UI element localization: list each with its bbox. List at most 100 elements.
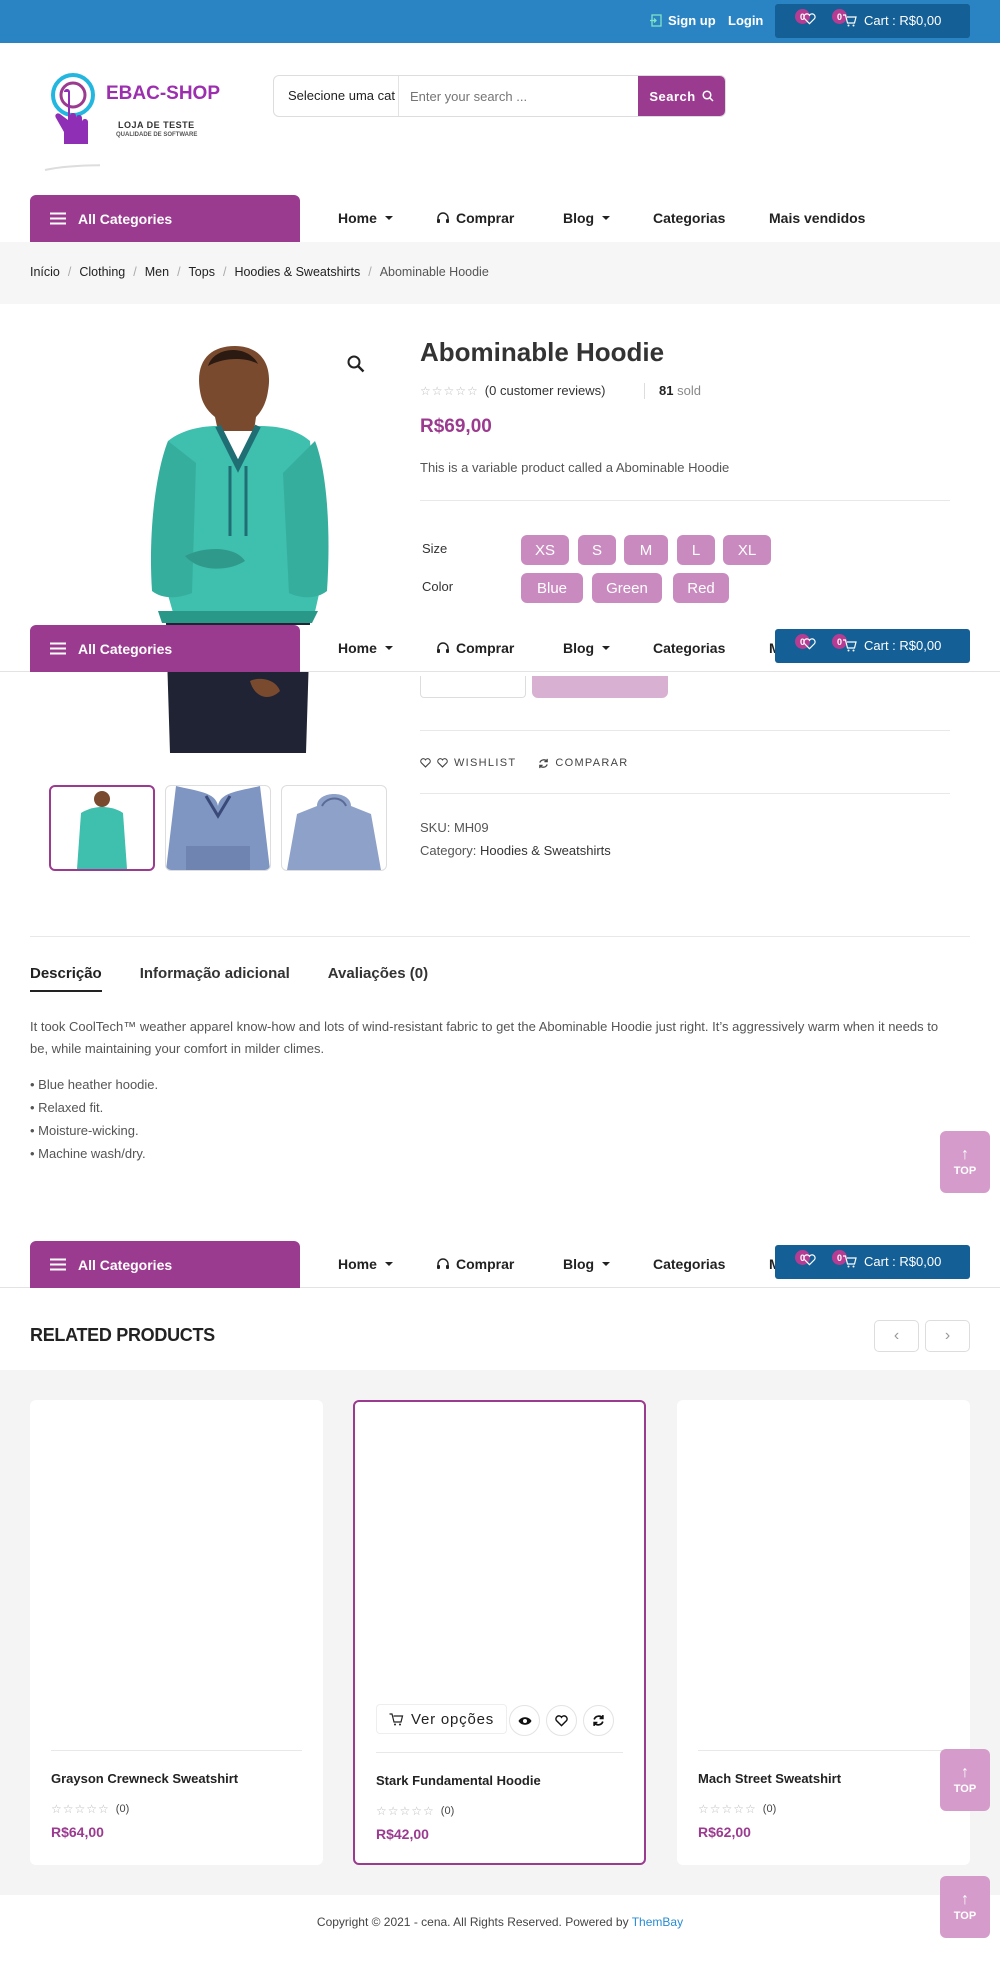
star-rating-icon: ☆☆☆☆☆ (51, 1802, 110, 1816)
quantity-stepper[interactable] (420, 676, 526, 698)
reviews-link[interactable]: (0 customer reviews) (485, 383, 606, 398)
product-thumbnail[interactable] (165, 785, 271, 871)
compare-button[interactable]: COMPARAR (538, 757, 628, 769)
wishlist-button[interactable]: WISHLIST (420, 757, 516, 769)
breadcrumb-item[interactable]: Início (30, 265, 60, 279)
color-option-blue[interactable]: Blue (521, 573, 583, 603)
breadcrumb-item[interactable]: Men (145, 265, 169, 279)
carousel-next-button[interactable]: › (925, 1320, 970, 1352)
cart-label: Cart : R$0,00 (864, 638, 942, 653)
thumbnail-image (166, 786, 270, 870)
nav-home-label: Home (338, 1256, 377, 1272)
search-button-label: Search (649, 88, 696, 104)
product-thumbnail[interactable] (49, 785, 155, 871)
nav-mais-vendidos[interactable]: Mais vendidos (769, 210, 865, 226)
category-link[interactable]: Hoodies & Sweatshirts (480, 843, 611, 858)
cart-box[interactable]: 0 0 Cart : R$0,00 (775, 4, 970, 38)
tab-descricao[interactable]: Descrição (30, 965, 102, 992)
breadcrumb-separator: / (222, 265, 227, 279)
size-option-l[interactable]: L (677, 535, 715, 565)
add-to-cart-button[interactable] (532, 676, 668, 698)
cart-link[interactable]: Cart : R$0,00 (843, 13, 941, 28)
back-to-top-button[interactable]: ↑ TOP (940, 1749, 990, 1811)
product-card[interactable]: Grayson Crewneck Sweatshirt ☆☆☆☆☆ (0) R$6… (30, 1400, 323, 1865)
nav-blog[interactable]: Blog (563, 1256, 611, 1272)
carousel-prev-button[interactable]: ‹ (874, 1320, 919, 1352)
heart-icon[interactable] (803, 638, 816, 650)
compare-button[interactable] (583, 1705, 614, 1736)
menu-icon (50, 1258, 66, 1271)
cart-link[interactable]: Cart : R$0,00 (843, 638, 941, 653)
cart-box[interactable]: 0 0 Cart : R$0,00 (775, 1245, 970, 1279)
product-thumbnail[interactable] (281, 785, 387, 871)
logo-subtagline: QUALIDADE DE SOFTWARE (116, 132, 198, 138)
short-description: This is a variable product called a Abom… (420, 460, 730, 475)
nav-comprar[interactable]: Comprar (436, 640, 514, 656)
search-button[interactable]: Search (638, 76, 725, 116)
product-card[interactable]: Mach Street Sweatshirt ☆☆☆☆☆ (0) R$62,00 (677, 1400, 970, 1865)
size-option-s[interactable]: S (578, 535, 616, 565)
signup-icon (650, 14, 662, 27)
tab-avaliacoes[interactable]: Avaliações (0) (328, 965, 428, 992)
wishlist-button[interactable] (546, 1705, 577, 1736)
breadcrumb-current: Abominable Hoodie (379, 265, 489, 279)
nav-categorias[interactable]: Categorias (653, 210, 725, 226)
feature-item: • Machine wash/dry. (30, 1146, 146, 1161)
size-option-xs[interactable]: XS (521, 535, 569, 565)
cart-label: Cart : R$0,00 (864, 1254, 942, 1269)
nav-home[interactable]: Home (338, 210, 393, 226)
nav-categorias[interactable]: Categorias (653, 640, 725, 656)
sold-label: sold (677, 383, 701, 398)
product-card[interactable]: Ver opções Stark Fundamental Hoodie ☆☆☆☆… (353, 1400, 646, 1865)
nav-blog[interactable]: Blog (563, 640, 611, 656)
color-option-red[interactable]: Red (673, 573, 729, 603)
login-link[interactable]: Login (728, 13, 763, 28)
arrow-up-icon: ↑ (961, 1891, 969, 1908)
signup-link[interactable]: Sign up (649, 13, 716, 28)
ver-opcoes-button[interactable]: Ver opções (376, 1704, 508, 1734)
logo-hand-icon (44, 73, 100, 171)
breadcrumb-item[interactable]: Tops (189, 265, 215, 279)
size-option-xl[interactable]: XL (723, 535, 771, 565)
product-name[interactable]: Grayson Crewneck Sweatshirt (51, 1771, 238, 1786)
all-categories-button[interactable]: All Categories (30, 195, 300, 242)
all-categories-button[interactable]: All Categories (30, 1241, 300, 1288)
breadcrumb-item[interactable]: Hoodies & Sweatshirts (234, 265, 360, 279)
nav-categorias[interactable]: Categorias (653, 1256, 725, 1272)
caret-down-icon (602, 1262, 611, 1266)
nav-home[interactable]: Home (338, 640, 393, 656)
sold-count: 81 sold (659, 383, 701, 398)
copyright-text: Copyright © 2021 - cena. All Rights Rese… (316, 1915, 632, 1929)
product-name[interactable]: Mach Street Sweatshirt (698, 1771, 841, 1786)
heart-icon[interactable] (803, 1254, 816, 1266)
color-option-green[interactable]: Green (592, 573, 662, 603)
quick-view-button[interactable] (509, 1705, 540, 1736)
zoom-icon[interactable] (347, 355, 365, 373)
nav-comprar[interactable]: Comprar (436, 1256, 514, 1272)
tab-informacao-adicional[interactable]: Informação adicional (140, 965, 290, 992)
arrow-up-icon: ↑ (961, 1146, 969, 1163)
caret-down-icon (602, 646, 611, 650)
thembay-link[interactable]: ThemBay (632, 1915, 683, 1929)
breadcrumb-item[interactable]: Clothing (79, 265, 125, 279)
nav-home[interactable]: Home (338, 1256, 393, 1272)
site-logo[interactable]: EBAC-SHOP LOJA DE TESTE QUALIDADE DE SOF… (40, 70, 230, 175)
product-name[interactable]: Stark Fundamental Hoodie (376, 1773, 541, 1788)
back-to-top-button[interactable]: ↑ TOP (940, 1131, 990, 1193)
all-categories-button[interactable]: All Categories (30, 625, 300, 672)
heart-icon (420, 758, 431, 768)
refresh-icon (593, 1715, 604, 1726)
nav-comprar[interactable]: Comprar (436, 210, 514, 226)
back-to-top-label: TOP (953, 1165, 977, 1177)
heart-icon[interactable] (803, 13, 816, 25)
search-category-select[interactable]: Selecione uma cat (274, 76, 399, 116)
breadcrumb-separator: / (368, 265, 372, 279)
product-main-image[interactable] (130, 336, 350, 761)
search-input[interactable] (399, 76, 638, 116)
cart-link[interactable]: Cart : R$0,00 (843, 1254, 941, 1269)
feature-item: • Blue heather hoodie. (30, 1077, 159, 1092)
cart-box[interactable]: 0 0 Cart : R$0,00 (775, 629, 970, 663)
divider (51, 1750, 302, 1751)
size-option-m[interactable]: M (624, 535, 668, 565)
nav-blog[interactable]: Blog (563, 210, 611, 226)
